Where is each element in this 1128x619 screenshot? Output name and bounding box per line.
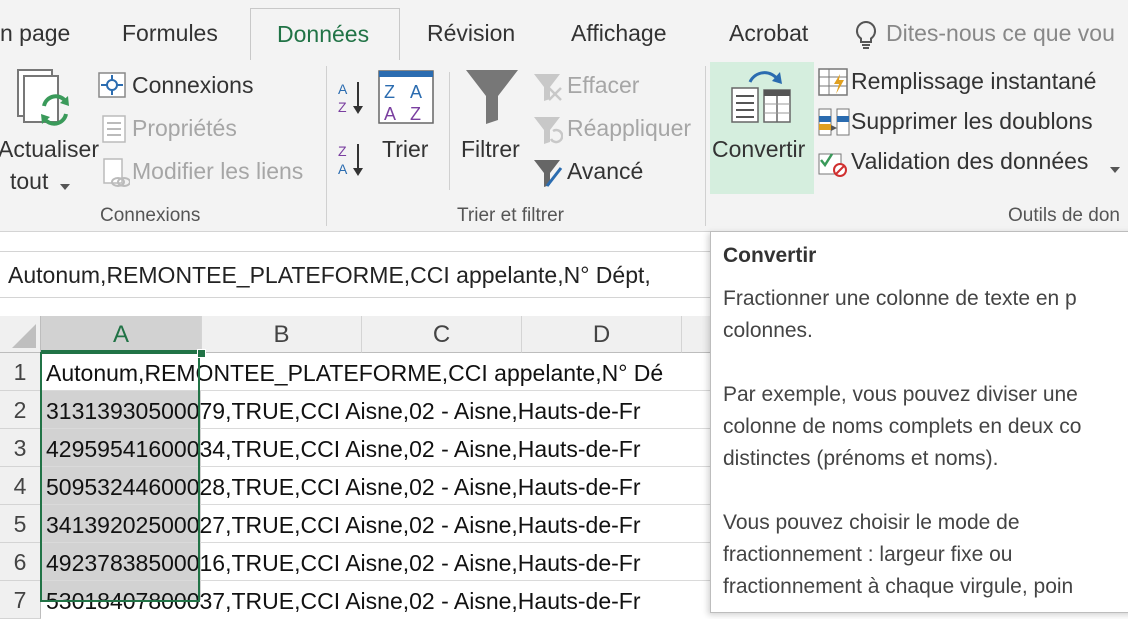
connections-icon	[98, 72, 126, 103]
effacer-label: Effacer	[567, 72, 640, 98]
row-header[interactable]: 7	[0, 581, 41, 619]
remplissage-instantane-button[interactable]: Remplissage instantané	[818, 66, 1128, 102]
properties-icon	[102, 115, 126, 148]
tooltip-line: distinctes (prénoms et noms).	[723, 447, 999, 470]
clear-filter-icon	[533, 72, 563, 107]
tab-donnees-label: Données	[277, 21, 370, 47]
filtrer-button[interactable]: Filtrer	[458, 68, 526, 186]
modifier-liens-button[interactable]: Modifier les liens	[98, 156, 322, 192]
tooltip-line: Fractionner une colonne de texte en p	[723, 287, 1077, 310]
sort-za-icon: ZA	[336, 143, 366, 184]
tooltip-line: fractionnement : largeur fixe ou	[723, 543, 1013, 566]
sort-az-icon: AZ	[336, 81, 366, 122]
convertir-tooltip: Convertir Fractionner une colonne de tex…	[710, 231, 1128, 613]
validation-donnees-button[interactable]: Validation des données	[818, 146, 1128, 182]
sort-descending-button[interactable]: ZA	[336, 140, 366, 180]
svg-text:A: A	[338, 81, 348, 97]
tooltip-line: Vous pouvez choisir le mode de	[723, 511, 1020, 534]
group-label-trier-filtrer: Trier et filtrer	[457, 205, 564, 226]
actualiser-label-2: tout	[10, 168, 49, 194]
ribbon-separator	[449, 72, 450, 190]
svg-text:Z: Z	[338, 143, 347, 159]
column-header-a[interactable]: A	[41, 316, 202, 353]
trier-label: Trier	[382, 136, 429, 162]
effacer-button[interactable]: Effacer	[533, 70, 703, 106]
avance-button[interactable]: Avancé	[533, 156, 703, 192]
tooltip-line: colonne de noms complets en deux co	[723, 415, 1082, 438]
filter-funnel-icon	[464, 68, 520, 131]
svg-text:Z: Z	[410, 104, 421, 124]
remove-duplicates-icon	[818, 108, 850, 141]
convertir-label: Convertir	[712, 136, 806, 162]
chevron-down-icon	[60, 177, 70, 195]
row-header[interactable]: 3	[0, 429, 41, 467]
text-to-columns-icon	[730, 68, 794, 131]
modifier-liens-label: Modifier les liens	[132, 158, 304, 184]
group-label-outils: Outils de don	[1008, 205, 1120, 226]
ribbon-separator	[705, 66, 706, 226]
row-header[interactable]: 1	[0, 353, 41, 391]
connexions-label: Connexions	[132, 72, 254, 98]
tooltip-line: Par exemple, vous pouvez diviser une	[723, 383, 1078, 406]
column-header-c[interactable]: C	[362, 316, 522, 353]
svg-text:Z: Z	[338, 99, 347, 115]
proprietes-button[interactable]: Propriétés	[98, 113, 318, 149]
column-header-b[interactable]: B	[202, 316, 362, 353]
fill-handle[interactable]	[197, 349, 206, 358]
flash-fill-icon	[818, 68, 848, 101]
svg-text:A: A	[410, 82, 422, 102]
validation-label: Validation des données	[851, 148, 1089, 174]
column-selection-border	[40, 352, 200, 602]
lightbulb-icon	[854, 20, 878, 55]
tooltip-line: colonnes.	[723, 319, 813, 342]
chevron-down-icon	[1110, 160, 1120, 178]
tooltip-title: Convertir	[723, 244, 817, 267]
supprimer-doublons-button[interactable]: Supprimer les doublons	[818, 106, 1128, 142]
advanced-filter-icon	[533, 158, 563, 193]
data-validation-icon	[818, 148, 848, 183]
trier-button[interactable]: ZAAZ Trier	[376, 70, 438, 186]
edit-links-icon	[102, 158, 131, 193]
tell-me-search[interactable]: Dites-nous ce que vou	[886, 20, 1115, 47]
actualiser-label-1: Actualiser	[0, 136, 99, 162]
actualiser-tout-button[interactable]: Actualiser tout	[0, 60, 99, 200]
row-header[interactable]: 2	[0, 391, 41, 429]
ribbon-separator	[326, 66, 327, 226]
svg-text:A: A	[338, 161, 348, 177]
refresh-all-icon	[14, 68, 74, 135]
supprimer-doublons-label: Supprimer les doublons	[851, 108, 1093, 134]
formula-bar-content: Autonum,REMONTEE_PLATEFORME,CCI appelant…	[8, 262, 651, 288]
tab-mise-en-page[interactable]: n page	[0, 20, 70, 47]
tab-affichage[interactable]: Affichage	[571, 20, 666, 47]
tab-donnees[interactable]: Données	[250, 8, 400, 62]
filtrer-label: Filtrer	[461, 136, 520, 162]
proprietes-label: Propriétés	[132, 115, 237, 141]
avance-label: Avancé	[567, 158, 644, 184]
tooltip-line: fractionnement à chaque virgule, poin	[723, 575, 1074, 598]
group-label-connexions: Connexions	[100, 205, 201, 226]
sort-dialog-icon: ZAAZ	[378, 70, 434, 129]
tab-formules[interactable]: Formules	[122, 20, 218, 47]
tab-revision[interactable]: Révision	[427, 20, 515, 47]
row-header[interactable]: 5	[0, 505, 41, 543]
select-all-corner[interactable]	[0, 316, 41, 353]
reappliquer-button[interactable]: Réappliquer	[533, 113, 703, 149]
row-header[interactable]: 4	[0, 467, 41, 505]
reappliquer-label: Réappliquer	[567, 115, 692, 141]
reapply-filter-icon	[533, 115, 564, 150]
ribbon: Actualiser tout Connexions Propriétés Mo…	[0, 60, 1128, 232]
ribbon-tab-bar: n page Formules Données Révision Afficha…	[0, 0, 1128, 62]
tab-acrobat[interactable]: Acrobat	[729, 20, 808, 47]
sort-ascending-button[interactable]: AZ	[336, 78, 366, 118]
svg-text:Z: Z	[384, 82, 395, 102]
row-header[interactable]: 6	[0, 543, 41, 581]
connexions-button[interactable]: Connexions	[98, 70, 318, 106]
remplissage-label: Remplissage instantané	[851, 68, 1097, 94]
convertir-button[interactable]: Convertir	[710, 62, 814, 194]
column-header-d[interactable]: D	[522, 316, 682, 353]
svg-text:A: A	[384, 104, 396, 124]
